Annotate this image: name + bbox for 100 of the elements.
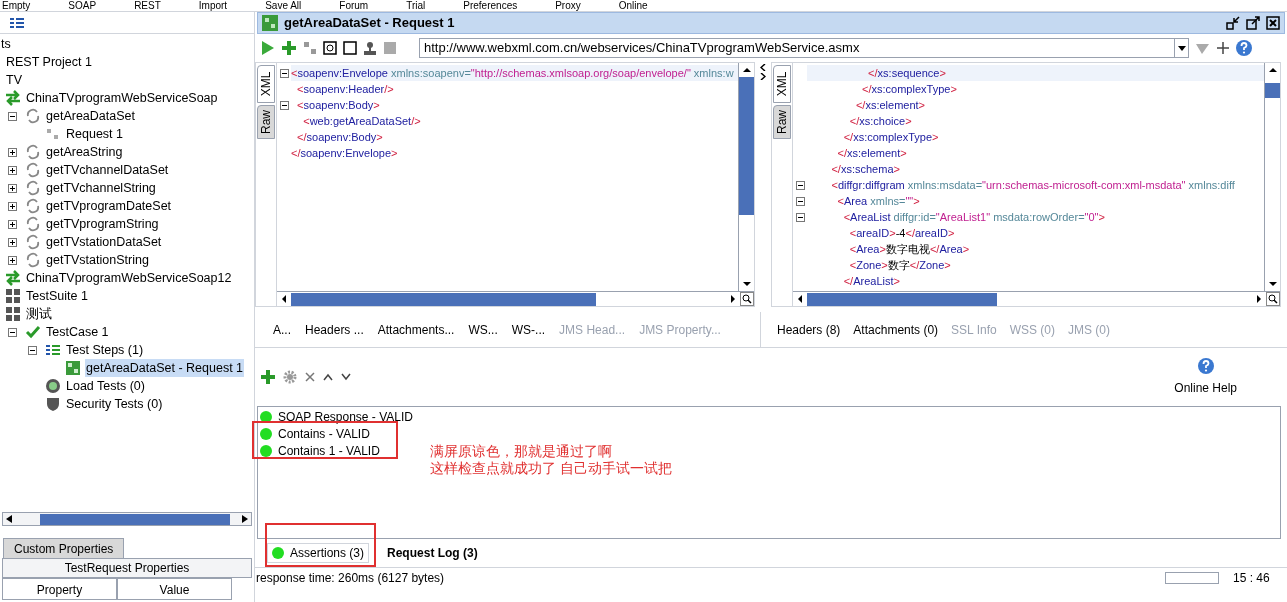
expander-icon[interactable]: [8, 327, 17, 337]
square-icon[interactable]: [343, 41, 357, 55]
menu-item[interactable]: Save All: [265, 1, 302, 11]
view-tab[interactable]: Raw: [257, 105, 275, 139]
fold-icon[interactable]: [795, 212, 805, 222]
tab[interactable]: A...: [273, 320, 291, 339]
column-header[interactable]: Property: [2, 578, 117, 600]
soap-icon[interactable]: [303, 41, 317, 55]
tab[interactable]: Headers (8): [777, 320, 841, 339]
tab[interactable]: Attachments...: [377, 320, 455, 339]
fold-icon[interactable]: [279, 100, 289, 110]
menu-item[interactable]: Trial: [406, 1, 426, 11]
tree-item[interactable]: getTVchannelDataSet: [45, 160, 170, 180]
expander-icon[interactable]: [8, 147, 17, 157]
tree-item[interactable]: getAreaDataSet: [45, 106, 136, 126]
fold-icon[interactable]: [795, 196, 805, 206]
scroll-left-icon[interactable]: [6, 515, 12, 523]
tree-item[interactable]: ChinaTVprogramWebServiceSoap: [25, 88, 219, 108]
expander-icon[interactable]: [8, 219, 17, 229]
minimize-icon[interactable]: [1226, 16, 1240, 30]
close-icon[interactable]: [1266, 16, 1280, 30]
vertical-scrollbar[interactable]: [738, 63, 754, 291]
plus-icon[interactable]: [1217, 42, 1229, 54]
tree-item[interactable]: getTVstationString: [45, 250, 150, 270]
assertion-item[interactable]: SOAP Response - VALID: [278, 407, 413, 426]
expander-icon[interactable]: [28, 345, 37, 355]
menu-item[interactable]: Online: [618, 1, 648, 11]
scrollbar-thumb[interactable]: [1265, 83, 1280, 98]
tree-item[interactable]: ChinaTVprogramWebServiceSoap12: [25, 268, 233, 288]
menu-item[interactable]: Preferences: [463, 1, 518, 11]
collapse-left-icon[interactable]: [760, 64, 766, 71]
tree-item[interactable]: getTVstationDataSet: [45, 232, 163, 252]
list-icon[interactable]: [10, 17, 24, 28]
tree-item[interactable]: getTVprogramString: [45, 214, 160, 234]
tree-item[interactable]: getAreaDataSet - Request 1: [85, 358, 245, 378]
tree-item[interactable]: TV: [5, 70, 23, 90]
stamp-icon[interactable]: [363, 41, 377, 55]
tab[interactable]: Attachments (0): [853, 320, 939, 339]
refresh-frame-icon[interactable]: [323, 41, 337, 55]
add-icon[interactable]: [261, 370, 275, 384]
expander-icon[interactable]: [8, 111, 17, 121]
gear-icon[interactable]: [283, 370, 297, 384]
expander-icon[interactable]: [8, 165, 17, 175]
tab[interactable]: WS...: [468, 320, 498, 339]
tree-item[interactable]: Test Steps (1): [65, 340, 145, 360]
horizontal-scrollbar[interactable]: [793, 291, 1280, 306]
menu-item[interactable]: Proxy: [555, 1, 581, 11]
menu-item[interactable]: SOAP: [68, 1, 97, 11]
properties-tab[interactable]: Custom Properties: [3, 538, 125, 558]
scrollbar-thumb[interactable]: [40, 513, 230, 525]
expand-right-icon[interactable]: [760, 73, 766, 80]
add-icon[interactable]: [281, 40, 297, 56]
run-icon[interactable]: [261, 40, 275, 56]
tree-item[interactable]: TestSuite 1: [25, 286, 89, 306]
menu-item[interactable]: Empty: [2, 1, 31, 11]
column-header[interactable]: Value: [117, 578, 232, 600]
tree-item[interactable]: REST Project 1: [5, 52, 93, 72]
tree-item[interactable]: 测试: [25, 304, 53, 324]
tab[interactable]: Assertions (3): [267, 543, 370, 563]
expander-icon[interactable]: [8, 201, 17, 211]
view-tab[interactable]: XML: [773, 65, 791, 103]
expander-icon[interactable]: [8, 183, 17, 193]
tree-item[interactable]: Request 1: [65, 124, 124, 144]
fold-icon[interactable]: [279, 68, 289, 78]
menu-item[interactable]: REST: [134, 1, 161, 11]
tree-item[interactable]: getTVchannelString: [45, 178, 157, 198]
move-up-icon[interactable]: [323, 373, 333, 381]
zoom-icon[interactable]: [1266, 292, 1280, 306]
vertical-scrollbar[interactable]: [1264, 63, 1280, 291]
tree-item[interactable]: getTVprogramDateSet: [45, 196, 173, 216]
assertion-item[interactable]: Contains - VALID: [278, 424, 370, 443]
move-down-icon[interactable]: [341, 373, 351, 381]
online-help-button[interactable]: Online Help: [1174, 357, 1237, 397]
tab[interactable]: WS-...: [511, 320, 546, 339]
expander-icon[interactable]: [8, 237, 17, 247]
horizontal-scrollbar[interactable]: [277, 291, 754, 306]
tree-item[interactable]: Load Tests (0): [65, 376, 146, 396]
tree-item[interactable]: ts: [0, 34, 12, 54]
scrollbar-thumb[interactable]: [291, 292, 596, 306]
menu-item[interactable]: Forum: [339, 1, 369, 11]
expander-icon[interactable]: [8, 255, 17, 265]
scroll-right-icon[interactable]: [242, 515, 248, 523]
horizontal-scrollbar[interactable]: [2, 512, 252, 526]
tree-item[interactable]: Security Tests (0): [65, 394, 164, 414]
maximize-icon[interactable]: [1246, 16, 1260, 30]
view-tab[interactable]: Raw: [773, 105, 791, 139]
menu-item[interactable]: Import: [198, 1, 228, 11]
tab[interactable]: Headers ...: [305, 320, 364, 339]
delete-icon[interactable]: [305, 372, 315, 382]
view-tab[interactable]: XML: [257, 65, 275, 103]
tab[interactable]: Request Log (3): [383, 543, 482, 563]
zoom-icon[interactable]: [740, 292, 754, 306]
scrollbar-thumb[interactable]: [739, 77, 754, 215]
tree-item[interactable]: getAreaString: [45, 142, 124, 162]
endpoint-dropdown[interactable]: http://www.webxml.com.cn/webservices/ChinaTVprogramWebService.asmx: [419, 38, 1189, 58]
fold-icon[interactable]: [795, 180, 805, 190]
tree-item[interactable]: TestCase 1: [45, 322, 110, 342]
scrollbar-thumb[interactable]: [807, 292, 997, 306]
assertion-item[interactable]: Contains 1 - VALID: [278, 441, 380, 460]
help-icon[interactable]: [1235, 39, 1253, 57]
